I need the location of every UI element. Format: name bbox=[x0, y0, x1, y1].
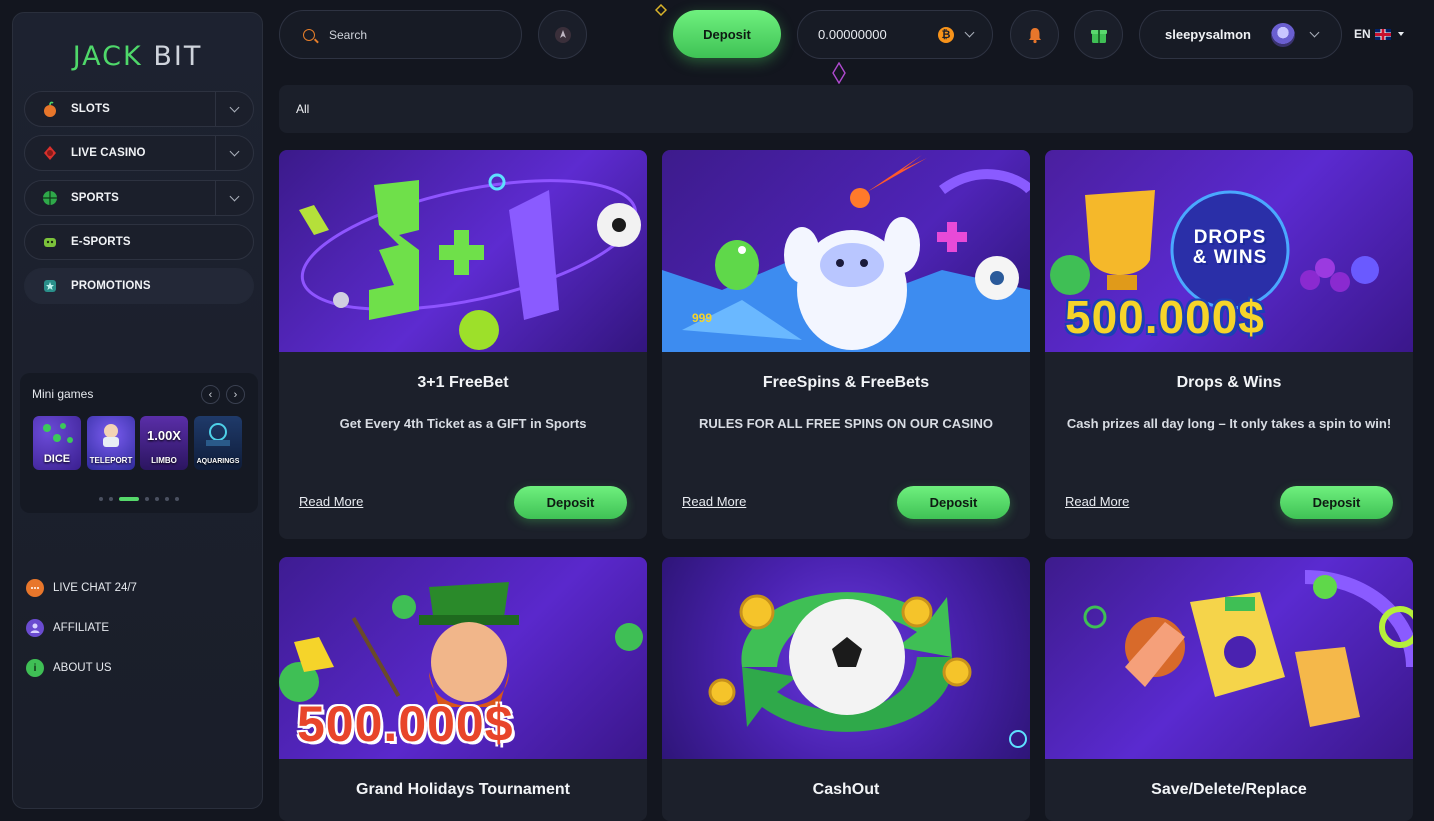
bell-icon bbox=[1028, 27, 1041, 43]
about-us-link[interactable]: i ABOUT US bbox=[26, 659, 112, 677]
mini-game-dice[interactable]: DICE bbox=[33, 416, 81, 470]
search-input[interactable]: Search bbox=[279, 10, 522, 59]
deposit-button[interactable]: Deposit bbox=[514, 486, 627, 519]
jackbit-logo[interactable]: JACK BIT bbox=[13, 41, 262, 72]
mini-games-title: Mini games bbox=[32, 387, 94, 401]
promo-title: Save/Delete/Replace bbox=[1151, 781, 1307, 798]
chevron-down-icon bbox=[964, 27, 975, 38]
promo-banner-cashout[interactable] bbox=[662, 557, 1030, 759]
affiliate-icon bbox=[26, 619, 44, 637]
live-chat-link[interactable]: LIVE CHAT 24/7 bbox=[26, 579, 137, 597]
banner-prize-amount: 500.000$ bbox=[1065, 291, 1265, 343]
read-more-link[interactable]: Read More bbox=[682, 494, 746, 509]
promo-banner-grand-holidays[interactable]: 500.000$ bbox=[279, 557, 647, 759]
promotions-icon bbox=[39, 275, 61, 297]
read-more-link[interactable]: Read More bbox=[299, 494, 363, 509]
promo-card-freespins: 999 FreeSpins & FreeBets RULES FOR ALL F… bbox=[662, 150, 1030, 539]
bitcoin-icon: ₿ bbox=[938, 26, 954, 43]
slots-icon bbox=[39, 98, 61, 120]
promo-description: Cash prizes all day long – It only takes… bbox=[1066, 416, 1392, 431]
pagination-dot-active[interactable] bbox=[119, 497, 139, 501]
promo-banner-save-delete-replace[interactable] bbox=[1045, 557, 1413, 759]
banner-prize-amount: 500.000$ bbox=[297, 696, 514, 752]
promo-card-drops-wins: DROPS & WINS 500.000$ Drops & Wins Cash … bbox=[1045, 150, 1413, 539]
rocket-icon bbox=[554, 26, 571, 43]
affiliate-link[interactable]: AFFILIATE bbox=[26, 619, 109, 637]
sports-icon bbox=[39, 187, 61, 209]
username: sleepysalmon bbox=[1165, 27, 1251, 42]
live-casino-icon bbox=[39, 142, 61, 164]
balance-selector[interactable]: 0.00000000 ₿ bbox=[797, 10, 993, 59]
chevron-down-icon[interactable] bbox=[215, 181, 253, 215]
promo-card-cashout: CashOut bbox=[662, 557, 1030, 821]
pagination-dot[interactable] bbox=[99, 497, 103, 501]
esports-icon bbox=[39, 231, 61, 253]
avatar bbox=[1271, 22, 1295, 47]
promo-title: Grand Holidays Tournament bbox=[356, 781, 570, 798]
mini-game-aquarings[interactable]: AQUARINGS bbox=[194, 416, 242, 470]
pagination-dot[interactable] bbox=[155, 497, 159, 501]
mini-game-teleport[interactable]: TELEPORT bbox=[87, 416, 135, 470]
sidebar-item-slots[interactable]: SLOTS bbox=[24, 91, 254, 127]
mini-games-panel: Mini games ‹ › DICE TELEPORT 1.00X LIMBO… bbox=[20, 373, 258, 513]
language-selector[interactable]: EN bbox=[1354, 27, 1404, 41]
ethereum-icon bbox=[832, 62, 846, 84]
gift-icon bbox=[1090, 29, 1107, 43]
category-filter-bar: All bbox=[279, 85, 1413, 133]
promo-title: CashOut bbox=[812, 781, 880, 798]
info-icon: i bbox=[26, 659, 44, 677]
deposit-button[interactable]: Deposit bbox=[897, 486, 1010, 519]
banner-drops-label: DROPS & WINS bbox=[1192, 227, 1268, 268]
balance-value: 0.00000000 bbox=[818, 27, 887, 42]
chevron-left-icon[interactable]: ‹ bbox=[201, 385, 220, 404]
chevron-down-icon[interactable] bbox=[215, 92, 253, 126]
filter-all[interactable]: All bbox=[296, 102, 309, 116]
gift-button[interactable] bbox=[1074, 10, 1123, 59]
caret-down-icon bbox=[1397, 32, 1404, 36]
promo-card-grand-holidays: 500.000$ Grand Holidays Tournament bbox=[279, 557, 647, 821]
promo-banner-drops-wins[interactable]: DROPS & WINS 500.000$ bbox=[1045, 150, 1413, 352]
chat-icon bbox=[26, 579, 44, 597]
sidebar: JACK BIT SLOTS LIVE CASINO SPORTS E-SPOR… bbox=[12, 12, 263, 809]
user-menu[interactable]: sleepysalmon bbox=[1139, 10, 1342, 59]
promo-card-3plus1-freebet: 3+1 FreeBet Get Every 4th Ticket as a GI… bbox=[279, 150, 647, 539]
uk-flag-icon bbox=[1374, 28, 1391, 40]
promo-description: Get Every 4th Ticket as a GIFT in Sports bbox=[339, 416, 587, 431]
promo-description: RULES FOR ALL FREE SPINS ON OUR CASINO bbox=[699, 416, 993, 431]
sidebar-item-promotions[interactable]: PROMOTIONS bbox=[24, 268, 254, 304]
search-icon bbox=[303, 28, 315, 41]
chevron-down-icon[interactable] bbox=[215, 136, 253, 170]
promo-banner-freespins[interactable]: 999 bbox=[662, 150, 1030, 352]
chevron-right-icon[interactable]: › bbox=[226, 385, 245, 404]
sidebar-item-live-casino[interactable]: LIVE CASINO bbox=[24, 135, 254, 171]
sidebar-item-sports[interactable]: SPORTS bbox=[24, 180, 254, 216]
promo-card-save-delete-replace: Save/Delete/Replace bbox=[1045, 557, 1413, 821]
deposit-button[interactable]: Deposit bbox=[673, 10, 781, 58]
carousel-pagination bbox=[20, 497, 258, 501]
mini-game-limbo[interactable]: 1.00X LIMBO bbox=[140, 416, 188, 470]
promo-title: Drops & Wins bbox=[1176, 374, 1282, 391]
deposit-button[interactable]: Deposit bbox=[1280, 486, 1393, 519]
pagination-dot[interactable] bbox=[165, 497, 169, 501]
chevron-down-icon bbox=[1309, 27, 1320, 38]
promo-title: 3+1 FreeBet bbox=[417, 374, 509, 391]
sidebar-item-esports[interactable]: E-SPORTS bbox=[24, 224, 254, 260]
promo-title: FreeSpins & FreeBets bbox=[762, 374, 930, 391]
rocket-button[interactable] bbox=[538, 10, 587, 59]
svg-text:999: 999 bbox=[692, 311, 712, 325]
notifications-button[interactable] bbox=[1010, 10, 1059, 59]
pagination-dot[interactable] bbox=[109, 497, 113, 501]
promo-banner-3plus1[interactable] bbox=[279, 150, 647, 352]
binance-icon bbox=[655, 4, 667, 16]
pagination-dot[interactable] bbox=[145, 497, 149, 501]
pagination-dot[interactable] bbox=[175, 497, 179, 501]
read-more-link[interactable]: Read More bbox=[1065, 494, 1129, 509]
